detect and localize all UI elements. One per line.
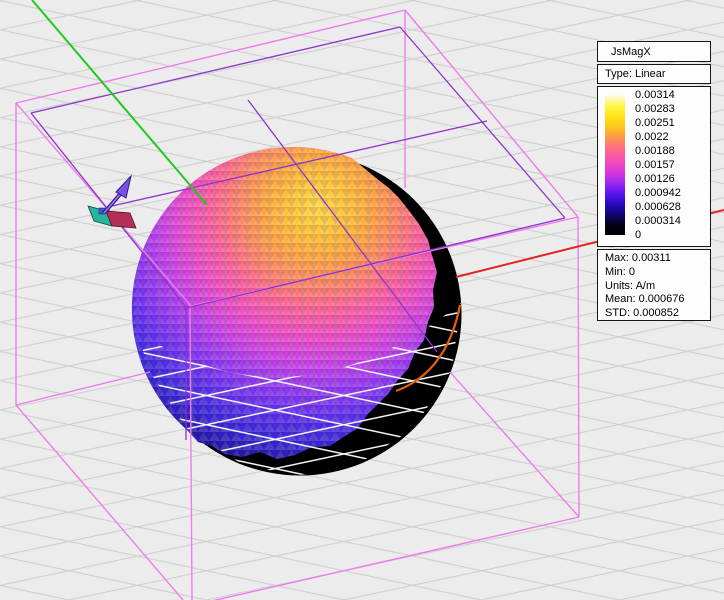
colorbar-tick-label: 0.00283 [635, 102, 709, 116]
legend-scale-box: 0.003140.002830.002510.00220.001880.0015… [597, 86, 711, 247]
colorbar-tick-label: 0.0022 [635, 130, 709, 144]
legend-stat-line: Max: 0.00311 [605, 252, 710, 266]
legend-title-box: JsMagX [597, 41, 711, 62]
colorbar-tick-label: 0.000942 [635, 186, 709, 200]
colorbar-tick-label: 0.00251 [635, 116, 709, 130]
colorbar-ticks: 0.003140.002830.002510.00220.001880.0015… [635, 88, 709, 242]
colorbar [605, 95, 625, 235]
colorbar-tick-label: 0.00188 [635, 144, 709, 158]
field-legend-panel: JsMagX Type: Linear 0.003140.002830.0025… [597, 41, 711, 323]
colorbar-tick-label: 0.00157 [635, 158, 709, 172]
legend-type-box: Type: Linear [597, 64, 711, 84]
field-name-label: JsMagX [611, 46, 651, 58]
colorbar-tick-label: 0.000628 [635, 200, 709, 214]
colorbar-tick-label: 0.00314 [635, 88, 709, 102]
legend-stat-line: STD: 0.000852 [605, 307, 710, 321]
legend-stat-line: Mean: 0.000676 [605, 293, 710, 307]
colorbar-tick-label: 0 [635, 228, 709, 242]
simulation-viewer-window: JsMagX Type: Linear 0.003140.002830.0025… [0, 0, 724, 600]
legend-stat-line: Min: 0 [605, 266, 710, 280]
colorbar-tick-label: 0.00126 [635, 172, 709, 186]
legend-stats-box: Max: 0.00311Min: 0Units: A/mMean: 0.0006… [597, 249, 711, 321]
scale-type-label: Type: Linear [605, 68, 666, 80]
legend-stat-line: Units: A/m [605, 280, 710, 294]
colorbar-tick-label: 0.000314 [635, 214, 709, 228]
